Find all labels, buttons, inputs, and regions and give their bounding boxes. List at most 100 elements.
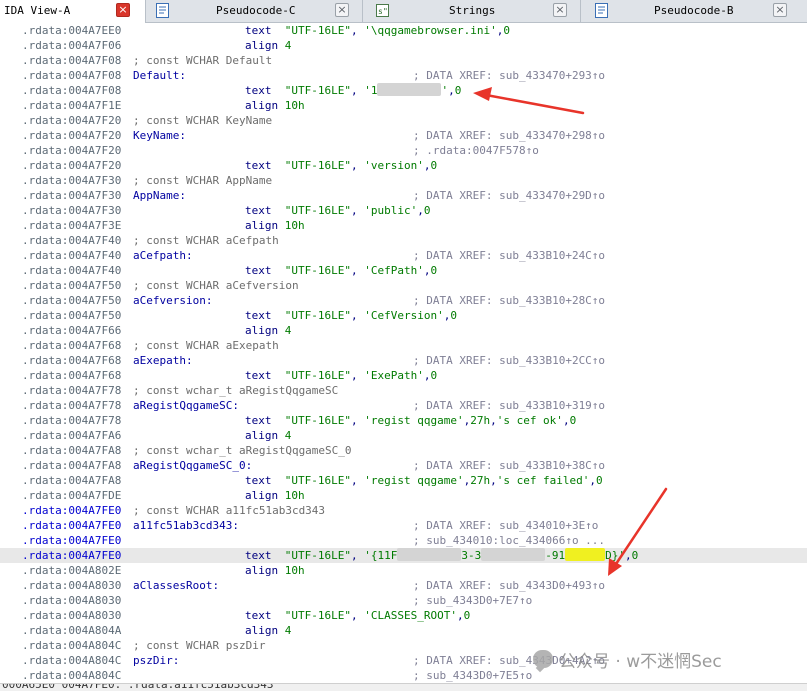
instruction: text "UTF-16LE", 'CLASSES_ROOT',0 bbox=[245, 608, 470, 623]
address: .rdata:004A802E bbox=[22, 564, 122, 577]
operand: 0 bbox=[596, 474, 603, 487]
mnemonic: text bbox=[245, 264, 285, 277]
listing-row[interactable]: .rdata:004A7FA6 align 4 bbox=[0, 428, 807, 443]
listing-row[interactable]: .rdata:004A7F78 text "UTF-16LE", 'regist … bbox=[0, 413, 807, 428]
disassembly-listing[interactable]: .rdata:004A7EE0 text "UTF-16LE", '\qqgame… bbox=[0, 23, 807, 683]
mnemonic: align bbox=[245, 324, 285, 337]
listing-row[interactable]: .rdata:004A7F30 ; const WCHAR AppName bbox=[0, 173, 807, 188]
close-icon[interactable]: × bbox=[553, 3, 567, 17]
address: .rdata:004A7FE0 bbox=[22, 549, 122, 562]
listing-row[interactable]: .rdata:004A7FE0 ; sub_434010:loc_434066↑o… bbox=[0, 533, 807, 548]
address: .rdata:004A8030 bbox=[22, 594, 122, 607]
operand: , bbox=[350, 369, 365, 382]
comment: ; const WCHAR AppName bbox=[133, 174, 273, 187]
operand: 0 bbox=[569, 414, 577, 427]
operand: '1 bbox=[364, 84, 378, 97]
tab-ida-view-a[interactable]: IDA View-A × bbox=[0, 0, 146, 23]
close-icon[interactable]: × bbox=[335, 3, 349, 17]
mnemonic: align bbox=[245, 219, 285, 232]
listing-row[interactable]: .rdata:004A7FE0 ; const WCHAR a11fc51ab3c… bbox=[0, 503, 807, 518]
data-label[interactable]: aCefversion: bbox=[133, 293, 212, 308]
listing-row[interactable]: .rdata:004A7F40 aCefpath: ; DATA XREF: sub… bbox=[0, 248, 807, 263]
data-label[interactable]: aRegistQqgameSC: bbox=[133, 398, 239, 413]
listing-row[interactable]: .rdata:004A7FA8 text "UTF-16LE", 'regist … bbox=[0, 473, 807, 488]
listing-row[interactable]: .rdata:004A7F50 aCefversion: ; DATA XREF: … bbox=[0, 293, 807, 308]
listing-row[interactable]: .rdata:004A8030 ; sub_4343D0+7E7↑o bbox=[0, 593, 807, 608]
listing-row[interactable]: .rdata:004A802E align 10h bbox=[0, 563, 807, 578]
xref-comment: ; sub_4343D0+7E5↑o bbox=[413, 669, 533, 682]
listing-row[interactable]: .rdata:004A7F1E align 10h bbox=[0, 98, 807, 113]
operand: , bbox=[448, 84, 455, 97]
data-label[interactable]: aCefpath: bbox=[133, 248, 193, 263]
operand: 's cef failed' bbox=[496, 474, 590, 487]
xref-comment: ; DATA XREF: sub_433470+29D↑o bbox=[413, 189, 606, 202]
listing-row[interactable]: .rdata:004A7F3E align 10h bbox=[0, 218, 807, 233]
listing-row[interactable]: .rdata:004A8030 aClassesRoot: ; DATA XREF:… bbox=[0, 578, 807, 593]
listing-row[interactable]: .rdata:004A7F68 ; const WCHAR aExepath bbox=[0, 338, 807, 353]
comment: ; const wchar_t aRegistQqgameSC_0 bbox=[133, 444, 352, 457]
close-icon[interactable]: × bbox=[773, 3, 787, 17]
instruction: text "UTF-16LE", 'CefPath',0 bbox=[245, 263, 437, 278]
address: .rdata:004A7F06 bbox=[22, 39, 122, 52]
instruction: text "UTF-16LE", 'regist qqgame',27h,'s … bbox=[245, 473, 603, 488]
instruction: align 4 bbox=[245, 623, 291, 638]
listing-row[interactable]: .rdata:004A7F20 KeyName: ; DATA XREF: sub_… bbox=[0, 128, 807, 143]
listing-row[interactable]: .rdata:004A7F78 aRegistQqgameSC: ; DATA XR… bbox=[0, 398, 807, 413]
xref-comment: ; sub_434010:loc_434066↑o ... bbox=[413, 534, 606, 547]
data-label[interactable]: aRegistQqgameSC_0: bbox=[133, 458, 252, 473]
listing-row[interactable]: .rdata:004A7F40 ; const WCHAR aCefpath bbox=[0, 233, 807, 248]
data-label[interactable]: Default: bbox=[133, 68, 186, 83]
instruction: align 4 bbox=[245, 323, 291, 338]
listing-row[interactable]: .rdata:004A7F66 align 4 bbox=[0, 323, 807, 338]
data-label[interactable]: aClassesRoot: bbox=[133, 578, 219, 593]
listing-row[interactable]: .rdata:004A7F30 text "UTF-16LE", 'public'… bbox=[0, 203, 807, 218]
comment: ; const WCHAR a11fc51ab3cd343 bbox=[133, 504, 326, 517]
listing-row[interactable]: .rdata:004A7EE0 text "UTF-16LE", '\qqgame… bbox=[0, 23, 807, 38]
listing-row[interactable]: .rdata:004A7F08 Default: ; DATA XREF: sub_… bbox=[0, 68, 807, 83]
listing-row[interactable]: .rdata:004A7FA8 aRegistQqgameSC_0: ; DATA … bbox=[0, 458, 807, 473]
listing-row[interactable]: .rdata:004A7FE0 text "UTF-16LE", '{11F 3-3… bbox=[0, 548, 807, 563]
address: .rdata:004A804C bbox=[22, 654, 122, 667]
listing-row[interactable]: .rdata:004A804A align 4 bbox=[0, 623, 807, 638]
listing-row[interactable]: .rdata:004A7F30 AppName: ; DATA XREF: sub_… bbox=[0, 188, 807, 203]
listing-row[interactable]: .rdata:004A7F40 text "UTF-16LE", 'CefPath… bbox=[0, 263, 807, 278]
tab-pseudocode-b[interactable]: Pseudocode-B × bbox=[581, 0, 807, 22]
address: .rdata:004A7FA6 bbox=[22, 429, 122, 442]
listing-row[interactable]: .rdata:004A7F68 text "UTF-16LE", 'ExePath… bbox=[0, 368, 807, 383]
pseudocode-icon bbox=[156, 3, 169, 18]
listing-row[interactable]: .rdata:004A7F08 ; const WCHAR Default bbox=[0, 53, 807, 68]
listing-row[interactable]: .rdata:004A7F78 ; const wchar_t aRegistQq… bbox=[0, 383, 807, 398]
data-label[interactable]: KeyName: bbox=[133, 128, 186, 143]
operand: 10h bbox=[284, 219, 305, 232]
mnemonic: text bbox=[245, 414, 285, 427]
listing-row[interactable]: .rdata:004A7F20 text "UTF-16LE", 'version… bbox=[0, 158, 807, 173]
operand: "UTF-16LE" bbox=[284, 204, 351, 217]
data-label[interactable]: pszDir: bbox=[133, 653, 179, 668]
listing-row[interactable]: .rdata:004A7F20 ; .rdata:0047F578↑o bbox=[0, 143, 807, 158]
address: .rdata:004A7FA8 bbox=[22, 459, 122, 472]
listing-row[interactable]: .rdata:004A7F50 text "UTF-16LE", 'CefVers… bbox=[0, 308, 807, 323]
tab-pseudocode-c[interactable]: Pseudocode-C × bbox=[146, 0, 363, 22]
listing-row[interactable]: .rdata:004A8030 text "UTF-16LE", 'CLASSES… bbox=[0, 608, 807, 623]
data-label[interactable]: aExepath: bbox=[133, 353, 193, 368]
data-label[interactable]: AppName: bbox=[133, 188, 186, 203]
address: .rdata:004A7F78 bbox=[22, 399, 122, 412]
tab-strings[interactable]: s " Strings × bbox=[363, 0, 581, 22]
operand: 0 bbox=[631, 549, 639, 562]
listing-row[interactable]: .rdata:004A7F08 text "UTF-16LE", '1 ',0 bbox=[0, 83, 807, 98]
listing-row[interactable]: .rdata:004A7F50 ; const WCHAR aCefversion bbox=[0, 278, 807, 293]
close-icon[interactable]: × bbox=[116, 3, 130, 17]
listing-row[interactable]: .rdata:004A7F06 align 4 bbox=[0, 38, 807, 53]
operand: "UTF-16LE" bbox=[284, 414, 351, 427]
listing-row[interactable]: .rdata:004A7FDE align 10h bbox=[0, 488, 807, 503]
listing-row[interactable]: .rdata:004A7FE0 a11fc51ab3cd343: ; DATA XR… bbox=[0, 518, 807, 533]
comment: ; const WCHAR aExepath bbox=[133, 339, 279, 352]
listing-row[interactable]: .rdata:004A7FA8 ; const wchar_t aRegistQq… bbox=[0, 443, 807, 458]
listing-row[interactable]: .rdata:004A7F68 aExepath: ; DATA XREF: sub… bbox=[0, 353, 807, 368]
data-label[interactable]: a11fc51ab3cd343: bbox=[133, 518, 239, 533]
operand: "UTF-16LE" bbox=[284, 84, 351, 97]
redacted-text bbox=[397, 548, 462, 561]
comment: ; const wchar_t aRegistQqgameSC bbox=[133, 384, 339, 397]
address: .rdata:004A8030 bbox=[22, 609, 122, 622]
listing-row[interactable]: .rdata:004A7F20 ; const WCHAR KeyName bbox=[0, 113, 807, 128]
